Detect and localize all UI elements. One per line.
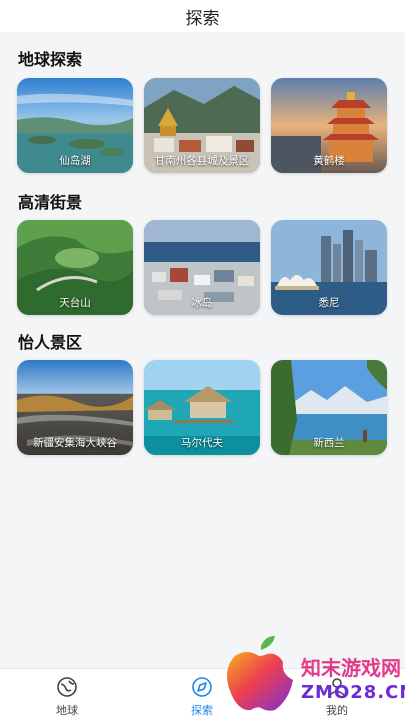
card-new-zealand[interactable]: 新西兰 <box>271 360 387 455</box>
watermark-text-cn: 知末游戏网 <box>301 656 401 680</box>
card-label: 仙岛湖 <box>59 155 91 167</box>
tab-explore-label: 探索 <box>191 704 213 717</box>
card-label: 黄鹤楼 <box>313 155 345 167</box>
card-gannan[interactable]: 甘南州各县城及景区 <box>144 78 260 173</box>
watermark-text-url: ZMO28.CN <box>301 682 405 703</box>
section-title-street-view: 高清街景 <box>18 193 83 212</box>
page-title: 探索 <box>185 8 220 29</box>
card-label: 悉尼 <box>318 297 340 309</box>
card-iceland[interactable]: 冰岛 <box>144 220 260 315</box>
card-yellow-crane-tower[interactable]: 黄鹤楼 <box>271 78 387 173</box>
apple-logo-icon <box>227 636 293 711</box>
card-label: 马尔代夫 <box>181 437 223 449</box>
tab-earth-label: 地球 <box>56 704 78 717</box>
card-label: 甘南州各县城及景区 <box>154 155 250 167</box>
card-label: 新疆安集海大峡谷 <box>33 437 117 449</box>
tab-earth[interactable]: 地球 <box>37 675 97 719</box>
section-title-earth: 地球探索 <box>18 50 83 69</box>
card-tiantai-mountain[interactable]: 天台山 <box>17 220 133 315</box>
card-maldives[interactable]: 马尔代夫 <box>144 360 260 455</box>
explore-content: 地球探索 仙岛湖 甘南州各县城及景区 黄鹤楼 高清街景 天台山 冰岛 悉尼 怡人… <box>0 32 405 668</box>
card-label: 新西兰 <box>313 437 345 449</box>
card-xinjiang-canyon[interactable]: 新疆安集海大峡谷 <box>17 360 133 455</box>
card-sydney[interactable]: 悉尼 <box>271 220 387 315</box>
page-header: 探索 <box>0 0 405 32</box>
card-label: 冰岛 <box>191 297 213 309</box>
explore-icon <box>192 677 212 697</box>
section-title-scenic: 怡人景区 <box>18 333 83 352</box>
card-xiandao-lake[interactable]: 仙岛湖 <box>17 78 133 173</box>
watermark: 知末游戏网 ZMO28.CN <box>221 632 405 718</box>
earth-icon <box>57 677 77 697</box>
card-label: 天台山 <box>59 297 91 309</box>
